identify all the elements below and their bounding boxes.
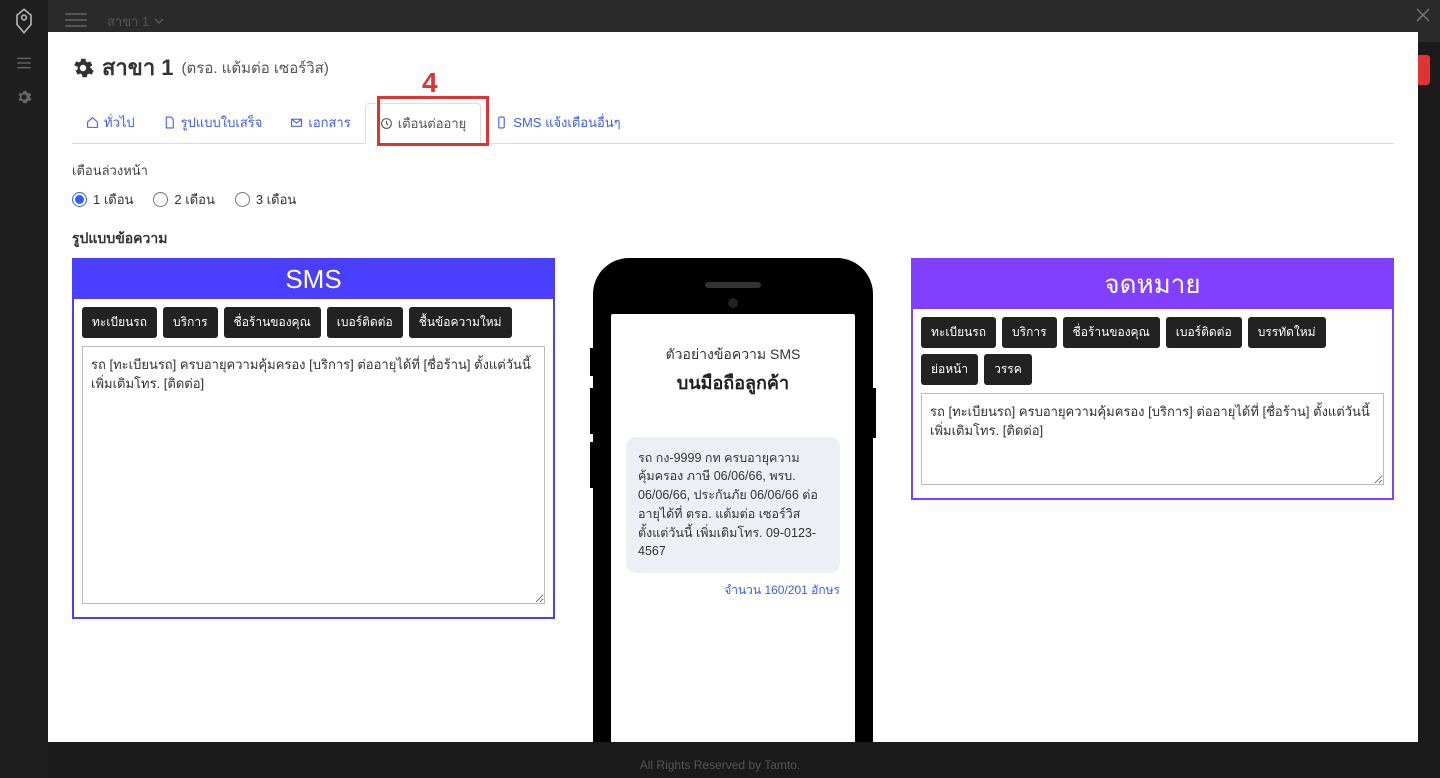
tag-newline[interactable]: บรรทัดใหม่ bbox=[1248, 317, 1326, 348]
format-label: รูปแบบข้อความ bbox=[72, 228, 1394, 250]
phone-preview-subtitle: บนมือถือลูกค้า bbox=[626, 368, 840, 397]
tab-docs[interactable]: เอกสาร bbox=[276, 103, 364, 143]
tab-sms-other[interactable]: SMS แจ้งเตือนอื่นๆ bbox=[481, 103, 634, 143]
tag-phone[interactable]: เบอร์ติดต่อ bbox=[327, 307, 403, 338]
app-sidebar bbox=[0, 0, 48, 778]
phone-side-button bbox=[590, 442, 593, 488]
tag-newline[interactable]: ชื้นข้อความใหม่ bbox=[409, 307, 512, 338]
tab-receipt[interactable]: รูปแบบใบเสร็จ bbox=[149, 103, 277, 143]
tab-renewal[interactable]: เตือนต่ออายุ bbox=[365, 103, 482, 144]
radio-input[interactable] bbox=[72, 192, 87, 207]
sms-template-textarea[interactable] bbox=[82, 346, 545, 604]
gear-icon[interactable] bbox=[16, 89, 32, 105]
radio-1-month[interactable]: 1 เดือน bbox=[72, 189, 133, 210]
radio-label: 1 เดือน bbox=[93, 189, 133, 210]
letter-template-textarea[interactable] bbox=[921, 393, 1384, 485]
tag-service[interactable]: บริการ bbox=[163, 307, 218, 338]
tag-space[interactable]: วรรค bbox=[984, 354, 1032, 385]
tag-shop[interactable]: ชื่อร้านของคุณ bbox=[1063, 317, 1160, 348]
branch-selector-label: สาขา 1 bbox=[107, 11, 149, 32]
format-columns: SMS ทะเบียนรถ บริการ ชื่อร้านของคุณ เบอร… bbox=[72, 258, 1394, 743]
tab-label: ทั่วไป bbox=[104, 112, 135, 133]
letter-column: จดหมาย ทะเบียนรถ บริการ ชื่อร้านของคุณ เ… bbox=[911, 258, 1394, 500]
close-icon[interactable] bbox=[1416, 8, 1430, 22]
clock-icon bbox=[380, 117, 393, 130]
radio-3-month[interactable]: 3 เดือน bbox=[235, 189, 296, 210]
tag-shop[interactable]: ชื่อร้านของคุณ bbox=[224, 307, 321, 338]
letter-tag-row: ทะเบียนรถ บริการ ชื่อร้านของคุณ เบอร์ติด… bbox=[921, 317, 1384, 385]
document-icon bbox=[163, 116, 176, 129]
phone-side-button bbox=[873, 388, 876, 438]
chevron-down-icon bbox=[154, 16, 164, 26]
radio-label: 2 เดือน bbox=[174, 189, 214, 210]
tab-label: SMS แจ้งเตือนอื่นๆ bbox=[513, 112, 620, 133]
branch-selector[interactable]: สาขา 1 bbox=[107, 11, 164, 32]
tab-label: เตือนต่ออายุ bbox=[398, 113, 467, 134]
sms-preview-bubble: รถ กง-9999 กท ครบอายุความคุ้มครอง ภาษี 0… bbox=[626, 437, 840, 574]
radio-label: 3 เดือน bbox=[256, 189, 296, 210]
advance-notice-label: เตือนล่วงหน้า bbox=[72, 160, 1394, 181]
phone-preview-title: ตัวอย่างข้อความ SMS bbox=[626, 344, 840, 366]
sms-tag-row: ทะเบียนรถ บริการ ชื่อร้านของคุณ เบอร์ติด… bbox=[82, 307, 545, 338]
home-icon bbox=[86, 116, 99, 129]
modal-header: สาขา 1 (ตรอ. แต้มต่อ เซอร์วิส) bbox=[72, 50, 1394, 85]
radio-2-month[interactable]: 2 เดือน bbox=[153, 189, 214, 210]
radio-input[interactable] bbox=[153, 192, 168, 207]
tag-service[interactable]: บริการ bbox=[1002, 317, 1057, 348]
callout-number: 4 bbox=[422, 67, 438, 99]
phone-side-button bbox=[590, 348, 593, 376]
app-logo-icon bbox=[10, 5, 38, 37]
tag-phone[interactable]: เบอร์ติดต่อ bbox=[1166, 317, 1242, 348]
envelope-icon bbox=[290, 116, 303, 129]
tag-indent[interactable]: ย่อหน้า bbox=[921, 354, 978, 385]
modal-subtitle: (ตรอ. แต้มต่อ เซอร์วิส) bbox=[182, 56, 329, 80]
tag-plate[interactable]: ทะเบียนรถ bbox=[921, 317, 996, 348]
tab-label: รูปแบบใบเสร็จ bbox=[181, 112, 263, 133]
sms-header: SMS bbox=[74, 260, 553, 299]
phone-side-button bbox=[590, 388, 593, 434]
advance-radio-group: 1 เดือน 2 เดือน 3 เดือน bbox=[72, 189, 1394, 210]
phone-screen: ตัวอย่างข้อความ SMS บนมือถือลูกค้า รถ กง… bbox=[611, 314, 855, 743]
tabs: 4 ทั่วไป รูปแบบใบเสร็จ เอกสาร เตือนต่ออา… bbox=[72, 103, 1394, 144]
radio-input[interactable] bbox=[235, 192, 250, 207]
letter-header: จดหมาย bbox=[913, 260, 1392, 309]
burger-icon[interactable] bbox=[65, 13, 87, 29]
tab-general[interactable]: ทั่วไป bbox=[72, 103, 149, 143]
char-count: จำนวน 160/201 อักษร bbox=[626, 581, 840, 600]
gear-icon bbox=[72, 57, 94, 79]
phone-icon bbox=[495, 116, 508, 129]
tag-plate[interactable]: ทะเบียนรถ bbox=[82, 307, 157, 338]
footer-text: All Rights Reserved by Tamto. bbox=[0, 758, 1440, 772]
settings-modal: สาขา 1 (ตรอ. แต้มต่อ เซอร์วิส) 4 ทั่วไป … bbox=[48, 32, 1418, 742]
tab-label: เอกสาร bbox=[308, 112, 350, 133]
sms-column: SMS ทะเบียนรถ บริการ ชื่อร้านของคุณ เบอร… bbox=[72, 258, 555, 619]
phone-frame: ตัวอย่างข้อความ SMS บนมือถือลูกค้า รถ กง… bbox=[593, 258, 873, 743]
phone-preview-column: ตัวอย่างข้อความ SMS บนมือถือลูกค้า รถ กง… bbox=[583, 258, 883, 743]
modal-title: สาขา 1 bbox=[102, 50, 174, 85]
menu-toggle-icon[interactable] bbox=[16, 55, 32, 71]
